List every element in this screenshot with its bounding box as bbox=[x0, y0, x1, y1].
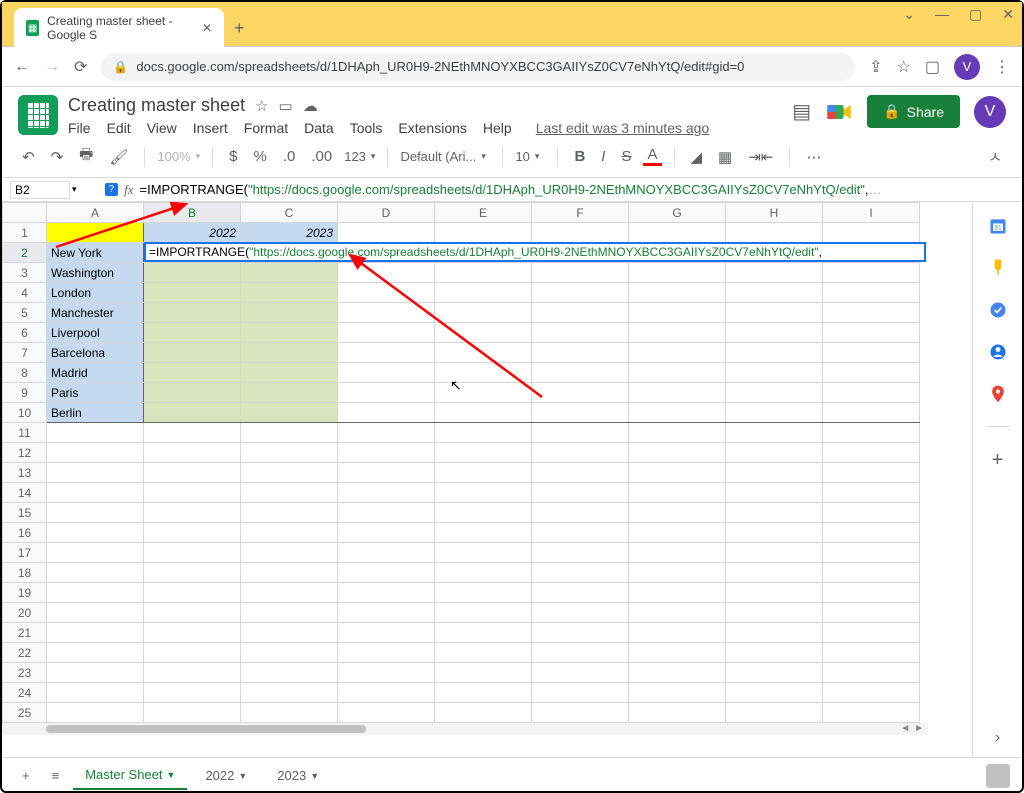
sheet-tab-master[interactable]: Master Sheet▼ bbox=[73, 761, 187, 790]
hide-panel-icon[interactable]: › bbox=[995, 729, 1000, 747]
menu-bar: File Edit View Insert Format Data Tools … bbox=[68, 120, 792, 136]
lock-icon: 🔒 bbox=[113, 60, 128, 74]
menu-insert[interactable]: Insert bbox=[193, 120, 228, 136]
number-format-select[interactable]: 123 bbox=[344, 149, 375, 164]
row-header[interactable]: 2 bbox=[3, 243, 47, 263]
percent-icon[interactable]: % bbox=[250, 146, 271, 167]
sheets-favicon-icon: ▦ bbox=[26, 20, 39, 36]
explore-button[interactable] bbox=[986, 764, 1010, 788]
col-header[interactable]: F bbox=[532, 203, 629, 223]
text-color-icon[interactable]: A bbox=[643, 147, 661, 166]
cloud-icon[interactable]: ☁ bbox=[303, 97, 318, 115]
account-avatar[interactable]: V bbox=[974, 96, 1006, 128]
decrease-decimal-icon[interactable]: .0 bbox=[279, 146, 300, 167]
currency-icon[interactable]: $ bbox=[225, 146, 241, 167]
sheet-tab-2023[interactable]: 2023▼ bbox=[265, 762, 331, 789]
menu-view[interactable]: View bbox=[147, 120, 177, 136]
address-bar[interactable]: 🔒 docs.google.com/spreadsheets/d/1DHAph_… bbox=[101, 53, 855, 81]
star-icon[interactable]: ☆ bbox=[255, 97, 268, 115]
share-url-icon[interactable]: ⇪ bbox=[869, 57, 882, 77]
forward-icon[interactable]: → bbox=[44, 58, 60, 76]
side-panel: 31 + › bbox=[972, 202, 1022, 757]
increase-decimal-icon[interactable]: .00 bbox=[307, 146, 336, 167]
sheets-logo-icon[interactable] bbox=[18, 95, 58, 135]
col-header[interactable]: G bbox=[629, 203, 726, 223]
last-edit-link[interactable]: Last edit was 3 minutes ago bbox=[536, 120, 710, 136]
move-icon[interactable]: ▭ bbox=[279, 97, 293, 115]
cursor-icon: ↖ bbox=[450, 377, 462, 394]
tab-title: Creating master sheet - Google S bbox=[47, 14, 194, 42]
font-select[interactable]: Default (Ari... bbox=[400, 149, 490, 164]
browser-profile-avatar[interactable]: V bbox=[954, 54, 980, 80]
add-panel-icon[interactable]: + bbox=[988, 449, 1008, 469]
browser-tab[interactable]: ▦ Creating master sheet - Google S ✕ bbox=[14, 8, 224, 48]
cell[interactable]: 2023 bbox=[241, 223, 338, 243]
lock-share-icon: 🔒 bbox=[883, 103, 900, 120]
meet-icon[interactable] bbox=[825, 98, 853, 126]
toolbar: ↶ ↷ 🖶 🖌 100% $ % .0 .00 123 Default (Ari… bbox=[2, 136, 1022, 178]
merge-icon[interactable]: ⇥⇤ bbox=[744, 146, 777, 168]
menu-edit[interactable]: Edit bbox=[107, 120, 131, 136]
strikethrough-icon[interactable]: S bbox=[617, 146, 635, 167]
tab-close-icon[interactable]: ✕ bbox=[202, 21, 212, 35]
col-header[interactable]: H bbox=[726, 203, 823, 223]
col-header[interactable]: C bbox=[241, 203, 338, 223]
tab-overview-icon[interactable]: ▢ bbox=[925, 57, 940, 77]
tasks-icon[interactable] bbox=[988, 300, 1008, 320]
url-text: docs.google.com/spreadsheets/d/1DHAph_UR… bbox=[136, 59, 744, 74]
redo-icon[interactable]: ↷ bbox=[47, 146, 68, 168]
menu-data[interactable]: Data bbox=[304, 120, 334, 136]
fill-color-icon[interactable]: ◢ bbox=[687, 146, 707, 168]
collapse-toolbar-icon[interactable]: ㅅ bbox=[984, 144, 1006, 169]
menu-tools[interactable]: Tools bbox=[350, 120, 383, 136]
back-icon[interactable]: ← bbox=[14, 58, 30, 76]
chevron-down-icon[interactable]: ⌄ bbox=[903, 6, 915, 23]
all-sheets-button[interactable]: ≡ bbox=[44, 764, 68, 787]
paint-format-icon[interactable]: 🖌 bbox=[105, 146, 132, 168]
new-tab-button[interactable]: + bbox=[234, 18, 245, 39]
contacts-icon[interactable] bbox=[988, 342, 1008, 362]
menu-help[interactable]: Help bbox=[483, 120, 512, 136]
keep-icon[interactable] bbox=[988, 258, 1008, 278]
reload-icon[interactable]: ⟳ bbox=[74, 57, 87, 77]
name-box[interactable] bbox=[10, 181, 70, 199]
comments-icon[interactable]: ▤ bbox=[792, 99, 811, 124]
share-button[interactable]: 🔒 Share bbox=[867, 95, 960, 128]
zoom-select[interactable]: 100% bbox=[157, 149, 200, 164]
maps-icon[interactable] bbox=[988, 384, 1008, 404]
fx-icon: fx bbox=[124, 182, 133, 198]
horizontal-scrollbar[interactable]: ◄► bbox=[2, 723, 928, 735]
bookmark-icon[interactable]: ☆ bbox=[897, 57, 911, 77]
close-icon[interactable]: ✕ bbox=[1002, 6, 1014, 23]
select-all-corner[interactable] bbox=[3, 203, 47, 223]
row-header[interactable]: 1 bbox=[3, 223, 47, 243]
font-size-select[interactable]: 10 bbox=[515, 149, 545, 164]
maximize-icon[interactable]: ▢ bbox=[969, 6, 982, 23]
document-title[interactable]: Creating master sheet bbox=[68, 95, 245, 116]
menu-extensions[interactable]: Extensions bbox=[398, 120, 466, 136]
more-icon[interactable]: ⋯ bbox=[802, 146, 825, 168]
col-header[interactable]: D bbox=[338, 203, 435, 223]
formula-input[interactable]: =IMPORTRANGE("https://docs.google.com/sp… bbox=[139, 182, 881, 198]
calendar-icon[interactable]: 31 bbox=[988, 216, 1008, 236]
svg-text:31: 31 bbox=[994, 224, 1002, 231]
borders-icon[interactable]: ▦ bbox=[714, 146, 736, 168]
browser-menu-icon[interactable]: ⋮ bbox=[994, 57, 1010, 77]
menu-file[interactable]: File bbox=[68, 120, 91, 136]
col-header[interactable]: E bbox=[435, 203, 532, 223]
col-header[interactable]: I bbox=[823, 203, 920, 223]
sheet-tab-2022[interactable]: 2022▼ bbox=[193, 762, 259, 789]
minimize-icon[interactable]: — bbox=[935, 6, 949, 23]
add-sheet-button[interactable]: + bbox=[14, 764, 38, 787]
menu-format[interactable]: Format bbox=[244, 120, 288, 136]
italic-icon[interactable]: I bbox=[597, 146, 609, 167]
undo-icon[interactable]: ↶ bbox=[18, 146, 39, 168]
print-icon[interactable]: 🖶 bbox=[75, 142, 97, 171]
bold-icon[interactable]: B bbox=[570, 146, 589, 167]
formula-help-icon[interactable]: ? bbox=[105, 183, 119, 196]
